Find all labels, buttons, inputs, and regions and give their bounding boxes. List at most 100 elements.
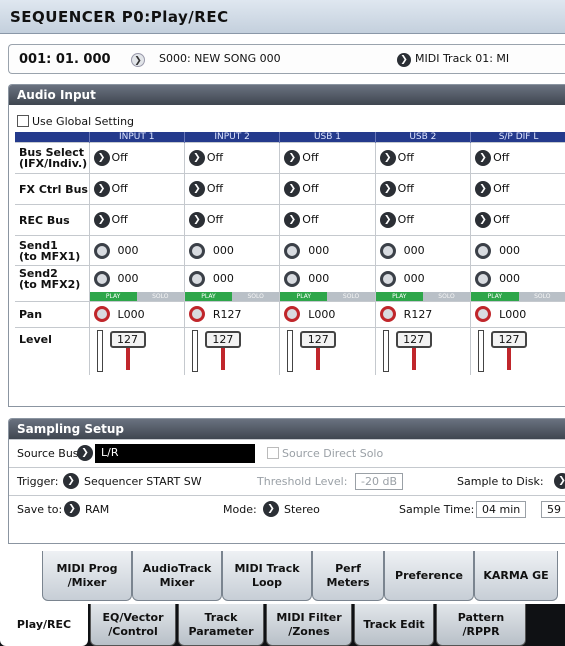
fx-ctrl-bus-row: FX Ctrl Bus ❯ Off ❯ Off ❯ Off ❯ Off ❯ Off bbox=[15, 173, 565, 205]
row-label: REC Bus bbox=[15, 204, 89, 236]
knob-icon bbox=[93, 270, 110, 287]
play-button[interactable]: PLAY bbox=[376, 291, 423, 301]
bus-select-cell[interactable]: ❯ Off bbox=[279, 142, 376, 174]
tab-pattern-rppr[interactable]: Pattern/RPPR bbox=[436, 604, 526, 646]
send2-knob[interactable]: 000 bbox=[374, 265, 471, 292]
tab-eq-vector-control[interactable]: EQ/Vector/Control bbox=[90, 604, 176, 646]
fx-ctrl-bus-cell[interactable]: ❯ Off bbox=[279, 173, 376, 205]
solo-button[interactable]: SOLO bbox=[422, 291, 471, 301]
send1-knob[interactable]: 000 bbox=[183, 235, 280, 266]
row-label: Send1 (to MFX1) bbox=[15, 235, 89, 266]
rec-bus-cell[interactable]: ❯ Off bbox=[88, 204, 185, 236]
bus-select-cell[interactable]: ❯ Off bbox=[374, 142, 471, 174]
send1-knob[interactable]: 000 bbox=[470, 235, 565, 266]
tab-track-edit[interactable]: Track Edit bbox=[354, 604, 434, 646]
level-row: Level 127 127 127 127 127 bbox=[15, 326, 565, 375]
level-fader[interactable]: 127 bbox=[374, 326, 471, 375]
solo-button[interactable]: SOLO bbox=[327, 291, 375, 301]
play-button[interactable]: PLAY bbox=[185, 291, 233, 301]
knob-icon bbox=[284, 270, 301, 287]
rec-bus-cell[interactable]: ❯ Off bbox=[470, 204, 565, 236]
play-button[interactable]: PLAY bbox=[90, 291, 137, 301]
send2-knob[interactable]: 000 bbox=[279, 265, 376, 292]
sample-time-min-field[interactable]: 04 min bbox=[476, 501, 527, 518]
track-select-button[interactable]: ❯ bbox=[397, 52, 411, 67]
pan-knob[interactable]: R127 bbox=[374, 300, 471, 327]
column-header: S/P DIF L bbox=[470, 132, 565, 143]
fx-ctrl-bus-cell[interactable]: ❯ Off bbox=[470, 173, 565, 205]
tab-perf-meters[interactable]: Perf Meters bbox=[312, 551, 384, 601]
send2-knob[interactable]: 000 bbox=[183, 265, 280, 292]
solo-button[interactable]: SOLO bbox=[518, 291, 565, 301]
source-bus-field[interactable]: L/R bbox=[95, 444, 255, 463]
sample-time-sec-field[interactable]: 59 bbox=[541, 501, 565, 518]
tab-midi-track-loop[interactable]: MIDI Track Loop bbox=[222, 551, 312, 601]
chevron-right-icon: ❯ bbox=[379, 150, 396, 166]
send2-knob[interactable]: 000 bbox=[470, 265, 565, 292]
chevron-right-icon: ❯ bbox=[397, 52, 411, 67]
level-fader[interactable]: 127 bbox=[279, 326, 376, 375]
source-bus-button[interactable]: ❯ bbox=[77, 445, 95, 461]
threshold-field[interactable]: -20 dB bbox=[355, 473, 403, 490]
pan-knob[interactable]: L000 bbox=[88, 300, 185, 327]
fader-cap[interactable]: 127 bbox=[491, 331, 528, 349]
fader-cap[interactable]: 127 bbox=[300, 331, 337, 349]
solo-button[interactable]: SOLO bbox=[232, 291, 280, 301]
solo-button[interactable]: SOLO bbox=[136, 291, 184, 301]
source-direct-solo-checkbox[interactable]: Source Direct Solo bbox=[267, 447, 383, 460]
save-to-button[interactable]: ❯ bbox=[64, 501, 82, 517]
sample-to-disk-button[interactable]: ❯ bbox=[554, 473, 565, 489]
bus-select-cell[interactable]: ❯ Off bbox=[183, 142, 280, 174]
source-direct-solo-label: Source Direct Solo bbox=[282, 447, 384, 460]
fx-ctrl-bus-cell[interactable]: ❯ Off bbox=[88, 173, 185, 205]
level-fader[interactable]: 127 bbox=[88, 326, 185, 375]
pan-knob-icon bbox=[188, 306, 205, 322]
save-to-value[interactable]: RAM bbox=[85, 503, 109, 516]
send1-knob[interactable]: 000 bbox=[88, 235, 185, 266]
tab-preference[interactable]: Preference bbox=[384, 551, 474, 601]
trigger-button[interactable]: ❯ bbox=[63, 473, 81, 489]
rec-bus-cell[interactable]: ❯ Off bbox=[374, 204, 471, 236]
send2-knob[interactable]: 000 bbox=[88, 265, 185, 292]
use-global-setting-checkbox[interactable]: Use Global Setting bbox=[17, 115, 134, 128]
tab-midi-prog-mixer[interactable]: MIDI Prog/Mixer bbox=[42, 551, 132, 601]
sampling-setup-panel: Sampling Setup Source Bus: ❯ L/R Source … bbox=[8, 418, 565, 544]
send1-knob[interactable]: 000 bbox=[374, 235, 471, 266]
tab-play-rec[interactable]: Play/REC bbox=[0, 604, 88, 646]
mode-button[interactable]: ❯ bbox=[263, 501, 281, 517]
pan-knob[interactable]: R127 bbox=[183, 300, 280, 327]
rec-bus-cell[interactable]: ❯ Off bbox=[279, 204, 376, 236]
tab-karma-ge[interactable]: KARMA GE bbox=[474, 551, 558, 601]
chevron-right-icon: ❯ bbox=[475, 212, 492, 228]
fader-cap[interactable]: 127 bbox=[109, 331, 146, 349]
column-header: INPUT 2 bbox=[183, 132, 280, 143]
trigger-value[interactable]: Sequencer START SW bbox=[84, 475, 202, 488]
fader-rail bbox=[96, 330, 103, 373]
send2-row: Send2 (to MFX2) 000 000 000 000 000 bbox=[15, 265, 565, 292]
bus-select-row: Bus Select (IFX/Indiv.) ❯ Off ❯ Off ❯ Off ❯ O… bbox=[15, 142, 565, 174]
rec-bus-cell[interactable]: ❯ Off bbox=[183, 204, 280, 236]
audio-input-panel: Audio Input Use Global Setting INPUT 1 I… bbox=[8, 84, 565, 407]
fx-ctrl-bus-cell[interactable]: ❯ Off bbox=[374, 173, 471, 205]
tab-track-parameter[interactable]: Track Parameter bbox=[178, 604, 264, 646]
tab-audiotrack-mixer[interactable]: AudioTrack Mixer bbox=[132, 551, 222, 601]
play-button[interactable]: PLAY bbox=[280, 291, 328, 301]
tab-midi-filter-zones[interactable]: MIDI Filter/Zones bbox=[266, 604, 352, 646]
bus-select-cell[interactable]: ❯ Off bbox=[88, 142, 185, 174]
pan-knob[interactable]: L000 bbox=[470, 300, 565, 327]
fader-cap[interactable]: 127 bbox=[395, 331, 432, 349]
fader-cap[interactable]: 127 bbox=[204, 331, 241, 349]
chevron-right-icon: ❯ bbox=[77, 445, 93, 461]
bus-select-cell[interactable]: ❯ Off bbox=[470, 142, 565, 174]
pan-knob[interactable]: L000 bbox=[279, 300, 376, 327]
level-fader[interactable]: 127 bbox=[183, 326, 280, 375]
play-button[interactable]: PLAY bbox=[471, 291, 519, 301]
song-select-button[interactable]: ❯ bbox=[131, 52, 145, 67]
fader-rail bbox=[191, 330, 198, 373]
mode-value[interactable]: Stereo bbox=[284, 503, 320, 516]
fx-ctrl-bus-cell[interactable]: ❯ Off bbox=[183, 173, 280, 205]
level-fader[interactable]: 127 bbox=[470, 326, 565, 375]
send1-knob[interactable]: 000 bbox=[279, 235, 376, 266]
play-solo-cell: PLAY SOLO bbox=[88, 291, 185, 301]
song-position[interactable]: 001: 01. 000 bbox=[19, 52, 111, 67]
